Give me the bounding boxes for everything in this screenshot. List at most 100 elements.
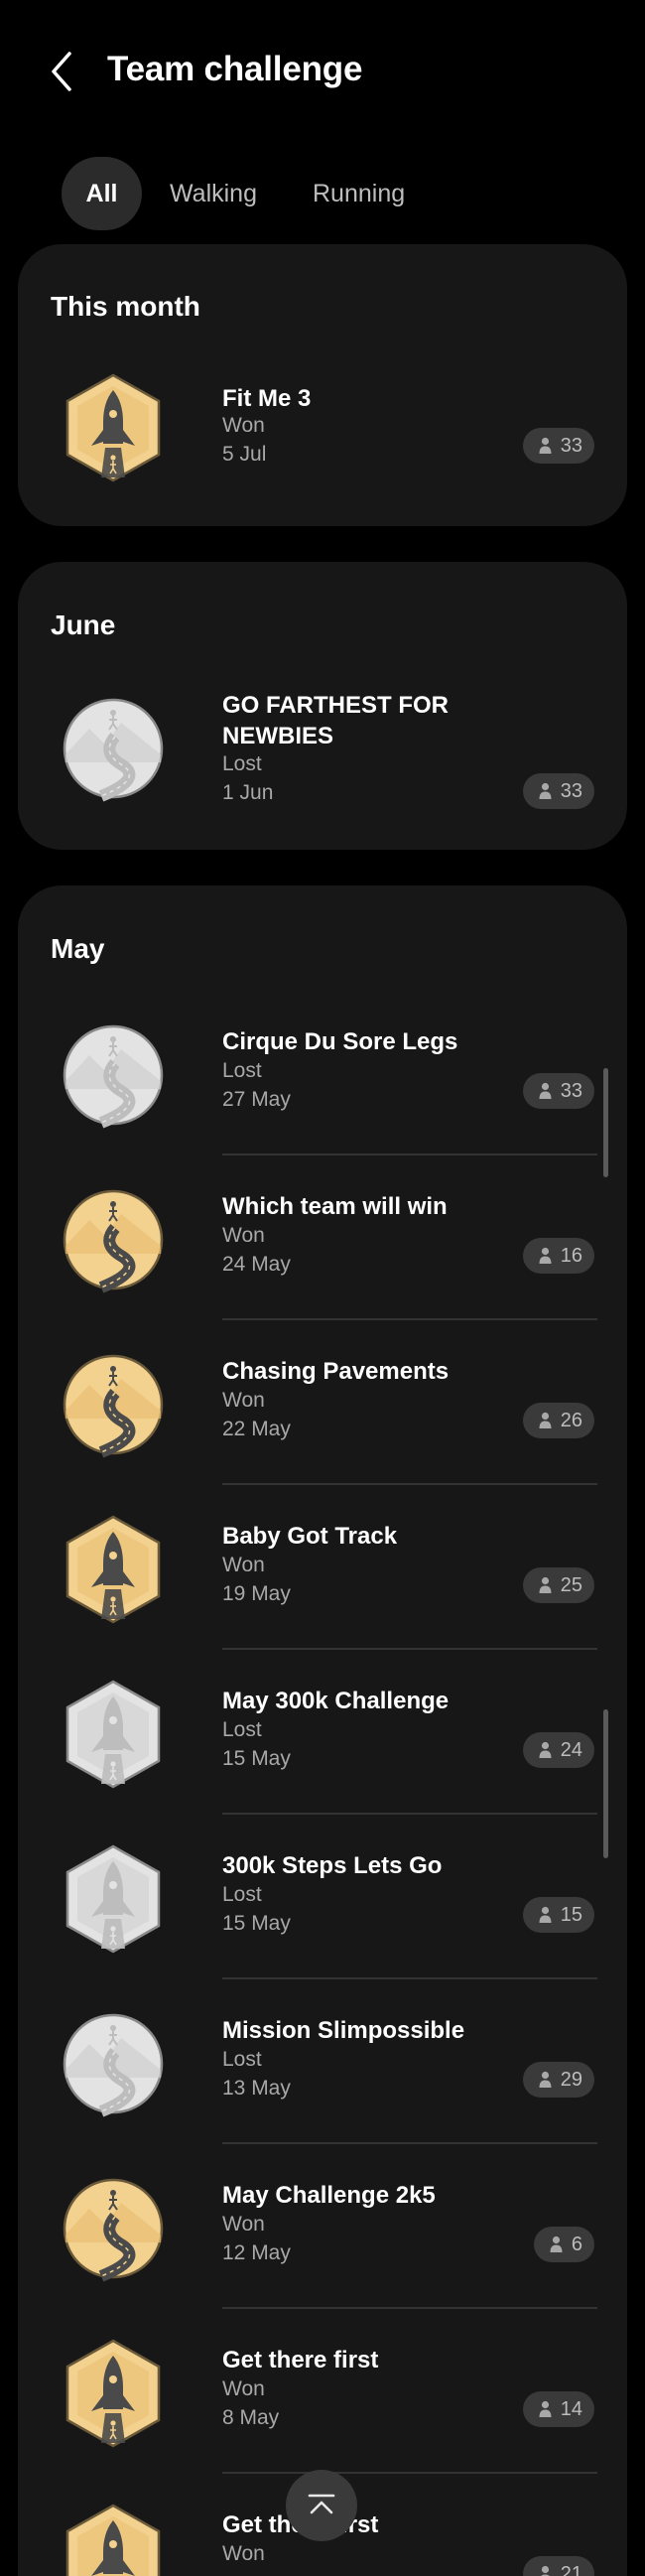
person-icon [539, 1906, 552, 1923]
challenge-name: GO FARTHEST FOR NEWBIES [222, 692, 449, 749]
tab-running[interactable]: Running [285, 157, 433, 230]
chevron-left-icon [52, 52, 71, 91]
list-item[interactable]: May 300k Challenge Lost 15 May 24 [18, 1648, 627, 1813]
page-title: Team challenge [107, 50, 363, 88]
participants-badge: 6 [533, 2227, 594, 2262]
challenge-name: Cirque Du Sore Legs [222, 1028, 458, 1055]
participants-badge: 33 [522, 773, 594, 809]
challenge-date: 27 May [222, 1088, 291, 1111]
challenge-result: Won [222, 414, 265, 437]
person-icon [539, 1741, 552, 1758]
challenge-result: Lost [222, 2048, 262, 2071]
person-icon [539, 2400, 552, 2417]
participants-badge: 29 [522, 2062, 594, 2098]
road-badge-icon [62, 1349, 165, 1460]
participants-count: 29 [560, 2068, 582, 2091]
challenge-date: 5 Jul [222, 443, 267, 466]
participants-count: 33 [560, 779, 582, 802]
challenge-date: 8 May [222, 2406, 280, 2429]
list-item[interactable]: May Challenge 2k5 Won 12 May 6 [18, 2142, 627, 2307]
scroll-to-top-button[interactable] [286, 2470, 357, 2541]
participants-badge: 21 [522, 2556, 594, 2576]
rocket-badge-icon [62, 372, 165, 483]
tab-walking[interactable]: Walking [142, 157, 285, 230]
section-may: May Cirque Du Sore Legs Lost 27 May 33 Which… [18, 885, 627, 2576]
participants-count: 14 [560, 2397, 582, 2420]
challenge-result: Lost [222, 1059, 262, 1082]
challenge-name: Chasing Pavements [222, 1358, 450, 1385]
list-item[interactable]: Baby Got Track Won 19 May 25 [18, 1483, 627, 1648]
challenge-result: Lost [222, 1718, 262, 1741]
challenge-result: Won [222, 2377, 265, 2400]
list-item[interactable]: Which team will win Won 24 May 16 [18, 1153, 627, 1318]
participants-badge: 14 [522, 2391, 594, 2427]
challenge-result: Lost [222, 752, 262, 775]
scrollbar-thumb[interactable] [603, 1709, 608, 1858]
participants-count: 33 [560, 434, 582, 457]
challenge-result: Won [222, 2542, 265, 2565]
rocket-badge-icon [62, 2338, 165, 2449]
list-item[interactable]: GO FARTHEST FOR NEWBIES Lost 1 Jun 33 [18, 663, 627, 842]
participants-count: 24 [560, 1738, 582, 1761]
rocket-badge-icon [62, 2503, 165, 2576]
person-icon [539, 1082, 552, 1099]
challenge-name: Baby Got Track [222, 1523, 398, 1550]
tab-all[interactable]: All [62, 157, 142, 230]
challenge-date: 15 May [222, 1747, 291, 1770]
filter-tabs: All Walking Running [62, 157, 433, 230]
person-icon [539, 1412, 552, 1428]
person-icon [539, 2071, 552, 2088]
challenge-name: Get there first [222, 2347, 379, 2373]
list-item[interactable]: Cirque Du Sore Legs Lost 27 May 33 [18, 989, 627, 1153]
app-header: Team challenge [0, 0, 645, 139]
list-item[interactable]: Fit Me 3 Won 5 Jul 33 [18, 341, 627, 506]
challenge-date: 19 May [222, 1582, 291, 1605]
rocket-badge-icon [62, 1843, 165, 1955]
challenge-name: Which team will win [222, 1193, 448, 1220]
challenge-name: Get there first [222, 2511, 379, 2538]
section-this-month: This month Fit Me 3 Won 5 Jul 33 [18, 244, 627, 526]
person-icon [539, 782, 552, 799]
rocket-badge-icon [62, 1679, 165, 1790]
participants-badge: 33 [522, 428, 594, 464]
list-item[interactable]: Chasing Pavements Won 22 May 26 [18, 1318, 627, 1483]
road-badge-icon [62, 1019, 165, 1131]
list-item[interactable]: Mission Slimpossible Lost 13 May 29 [18, 1977, 627, 2142]
scrollbar-thumb[interactable] [603, 1068, 608, 1177]
participants-badge: 16 [522, 1238, 594, 1274]
rocket-badge-icon [62, 1514, 165, 1625]
road-badge-icon [62, 1184, 165, 1295]
challenge-date: 15 May [222, 1912, 291, 1935]
challenge-result: Won [222, 1554, 265, 1576]
road-badge-icon [62, 2008, 165, 2119]
challenge-result: Won [222, 1224, 265, 1247]
challenge-date: 24 May [222, 1253, 291, 1276]
person-icon [539, 437, 552, 454]
scroll-to-top-icon [308, 2494, 335, 2514]
section-title: June [51, 610, 116, 640]
participants-count: 16 [560, 1244, 582, 1267]
person-icon [550, 2236, 563, 2252]
section-title: This month [51, 291, 200, 322]
person-icon [539, 1576, 552, 1593]
participants-badge: 33 [522, 1073, 594, 1109]
participants-count: 25 [560, 1573, 582, 1596]
participants-count: 33 [560, 1079, 582, 1102]
challenge-date: 12 May [222, 2241, 291, 2264]
challenge-result: Won [222, 2213, 265, 2236]
challenge-name: Fit Me 3 [222, 385, 312, 412]
participants-badge: 25 [522, 1567, 594, 1603]
road-badge-icon [62, 693, 165, 804]
participants-count: 6 [571, 2233, 582, 2255]
challenge-result: Won [222, 1389, 265, 1412]
challenge-name: 300k Steps Lets Go [222, 1852, 443, 1879]
list-item[interactable]: Get there first Won 8 May 14 [18, 2307, 627, 2472]
list-item[interactable]: 300k Steps Lets Go Lost 15 May 15 [18, 1813, 627, 1977]
challenge-name: Mission Slimpossible [222, 2017, 465, 2044]
section-june: June GO FARTHEST FOR NEWBIES Lost 1 Jun … [18, 562, 627, 850]
challenge-date: 1 Jun [222, 781, 274, 804]
back-button[interactable] [46, 48, 79, 95]
challenge-name: May Challenge 2k5 [222, 2182, 436, 2209]
section-title: May [51, 933, 105, 964]
participants-count: 15 [560, 1903, 582, 1926]
